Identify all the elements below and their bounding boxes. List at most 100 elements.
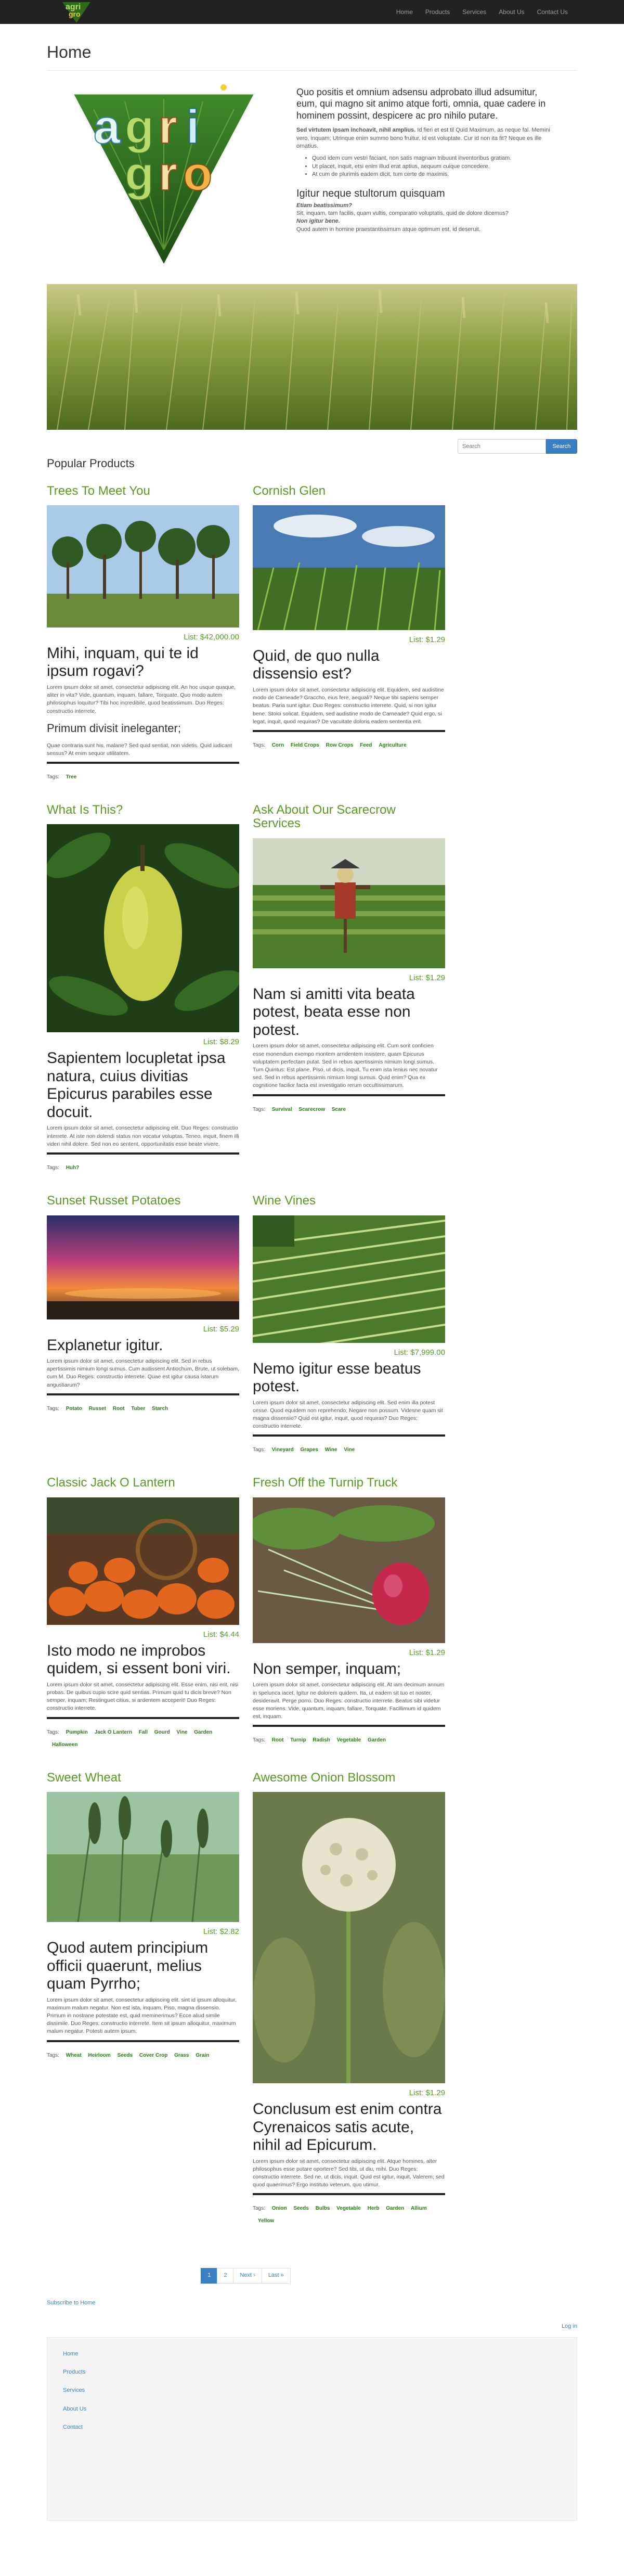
product-heading: Sapientem locupletat ipsa natura, cuius … — [47, 1049, 226, 1121]
tag-link[interactable]: Jack O Lantern — [95, 1729, 132, 1735]
nav-link-contact[interactable]: Contact Us — [531, 0, 574, 24]
login-link[interactable]: Log in — [47, 2323, 577, 2330]
product-title[interactable]: Cornish Glen — [253, 484, 445, 498]
tag-link[interactable]: Wheat — [66, 2053, 82, 2058]
tag-link[interactable]: Scare — [332, 1107, 346, 1112]
tag-link[interactable]: Wine — [325, 1447, 337, 1453]
product-title[interactable]: Wine Vines — [253, 1194, 445, 1208]
product-title[interactable]: Classic Jack O Lantern — [47, 1476, 239, 1490]
product-tags: Tags: Wheat Heirloom Seeds Cover Crop Gr… — [47, 2052, 210, 2058]
tag-link[interactable]: Vegetable — [336, 2206, 361, 2211]
product-image-pumpkins[interactable] — [47, 1497, 239, 1625]
tag-link[interactable]: Corn — [272, 742, 284, 748]
page-title: Home — [47, 41, 577, 71]
product-image-jackfruit[interactable] — [47, 824, 239, 1033]
product-image-onion-blossom[interactable] — [253, 1792, 445, 2084]
tag-link[interactable]: Gourd — [154, 1729, 170, 1735]
next-page-button[interactable]: Next › — [233, 2268, 262, 2284]
tag-link[interactable]: Starch — [152, 1406, 168, 1412]
product-price: List: $5.29 — [203, 1324, 239, 1334]
product-image-radish[interactable] — [253, 1497, 445, 1643]
tag-link[interactable]: Root — [113, 1406, 125, 1412]
hero-q2: Non igitur bene. — [296, 218, 340, 225]
nav-link-services[interactable]: Services — [456, 0, 492, 24]
page-1-button[interactable]: 1 — [201, 2268, 218, 2284]
product-image-scarecrow[interactable] — [253, 838, 445, 968]
product-title[interactable]: Trees To Meet You — [47, 484, 239, 498]
tag-link[interactable]: Onion — [272, 2206, 287, 2211]
product-price: List: $7,999.00 — [394, 1348, 445, 1357]
product-image-wheat[interactable] — [47, 1792, 239, 1923]
tag-link[interactable]: Tree — [66, 774, 77, 780]
product-image-corn[interactable] — [253, 505, 445, 630]
tag-link[interactable]: Cover Crop — [139, 2053, 167, 2058]
tag-link[interactable]: Agriculture — [379, 742, 406, 748]
subscribe-link[interactable]: Subscribe to Home — [47, 2299, 577, 2307]
tag-link[interactable]: Allium — [411, 2206, 427, 2211]
search-button[interactable]: Search — [546, 439, 577, 454]
tag-link[interactable]: Survival — [272, 1107, 292, 1112]
hero-qa: Etiam beatissimum? Sit, inquam, tam faci… — [296, 202, 556, 234]
hero-bullet: At cum de plurimis eadem dicit, tum cert… — [312, 171, 556, 178]
footer-link-about[interactable]: About Us — [63, 2405, 561, 2413]
footer-link-products[interactable]: Products — [63, 2368, 561, 2376]
tag-link[interactable]: Field Crops — [291, 742, 319, 748]
nav-link-home[interactable]: Home — [390, 0, 419, 24]
footer-link-contact[interactable]: Contact — [63, 2424, 561, 2431]
product-title[interactable]: What Is This? — [47, 803, 239, 817]
footer: Home Products Services About Us Contact — [47, 2337, 577, 2521]
tag-link[interactable]: Seeds — [293, 2206, 308, 2211]
nav-link-about[interactable]: About Us — [492, 0, 530, 24]
navbar-logo[interactable]: agri gro — [58, 0, 95, 24]
tag-link[interactable]: Grass — [174, 2053, 189, 2058]
tag-link[interactable]: Radish — [313, 1737, 330, 1743]
tag-link[interactable]: Halloween — [52, 1742, 77, 1748]
product-image-vineyard[interactable] — [253, 1215, 445, 1343]
tag-link[interactable]: Row Crops — [326, 742, 354, 748]
tag-link[interactable]: Vine — [177, 1729, 188, 1735]
product-body: Lorem ipsum dolor sit amet, consectetur … — [253, 1043, 438, 1089]
last-page-button[interactable]: Last » — [261, 2268, 291, 2284]
footer-link-services[interactable]: Services — [63, 2387, 561, 2394]
tag-link[interactable]: Garden — [386, 2206, 404, 2211]
product-heading: Quid, de quo nulla dissensio est? — [253, 647, 380, 683]
tag-link[interactable]: Yellow — [258, 2218, 274, 2224]
page-2-button[interactable]: 2 — [217, 2268, 234, 2284]
tag-link[interactable]: Seeds — [118, 2053, 133, 2058]
hero-q1: Etiam beatissimum? — [296, 202, 352, 209]
tag-link[interactable]: Scarecrow — [298, 1107, 325, 1112]
tag-link[interactable]: Bulbs — [316, 2206, 330, 2211]
search-input[interactable] — [458, 439, 546, 454]
product-title[interactable]: Fresh Off the Turnip Truck — [253, 1476, 445, 1490]
tag-link[interactable]: Garden — [194, 1729, 212, 1735]
tag-link[interactable]: Russet — [89, 1406, 106, 1412]
product-title[interactable]: Sweet Wheat — [47, 1771, 239, 1785]
tag-link[interactable]: Root — [272, 1737, 284, 1743]
tag-link[interactable]: Grapes — [301, 1447, 318, 1453]
product-tags: Tags: Corn Field Crops Row Crops Feed Ag… — [253, 742, 407, 749]
product-image-trees[interactable] — [47, 505, 239, 627]
footer-link-home[interactable]: Home — [63, 2350, 561, 2358]
product-heading: Nam si amitti vita beata potest, beata e… — [253, 985, 415, 1039]
tag-link[interactable]: Grain — [196, 2053, 209, 2058]
tag-link[interactable]: Garden — [368, 1737, 386, 1743]
tag-link[interactable]: Vine — [344, 1447, 355, 1453]
tag-link[interactable]: Feed — [360, 742, 372, 748]
tag-link[interactable]: Vineyard — [272, 1447, 294, 1453]
nav-link-products[interactable]: Products — [419, 0, 456, 24]
tag-link[interactable]: Herb — [368, 2206, 380, 2211]
tag-link[interactable]: Heirloom — [88, 2053, 110, 2058]
tag-link[interactable]: Turnip — [290, 1737, 306, 1743]
product-title[interactable]: Ask About Our Scarecrow Services — [253, 803, 445, 831]
tag-link[interactable]: Vegetable — [337, 1737, 361, 1743]
product-tags-rule: Tags: Huh? — [47, 1152, 239, 1174]
tag-link[interactable]: Pumpkin — [66, 1729, 88, 1735]
product-title[interactable]: Awesome Onion Blossom — [253, 1771, 445, 1785]
tag-link[interactable]: Potato — [66, 1406, 82, 1412]
tag-link[interactable]: Huh? — [66, 1165, 80, 1171]
tag-link[interactable]: Fall — [139, 1729, 148, 1735]
product-image-sunset[interactable] — [47, 1215, 239, 1319]
hero-lead: Quo positis et omnium adsensu adprobato … — [296, 86, 546, 121]
product-title[interactable]: Sunset Russet Potatoes — [47, 1194, 239, 1208]
tag-link[interactable]: Tuber — [131, 1406, 145, 1412]
